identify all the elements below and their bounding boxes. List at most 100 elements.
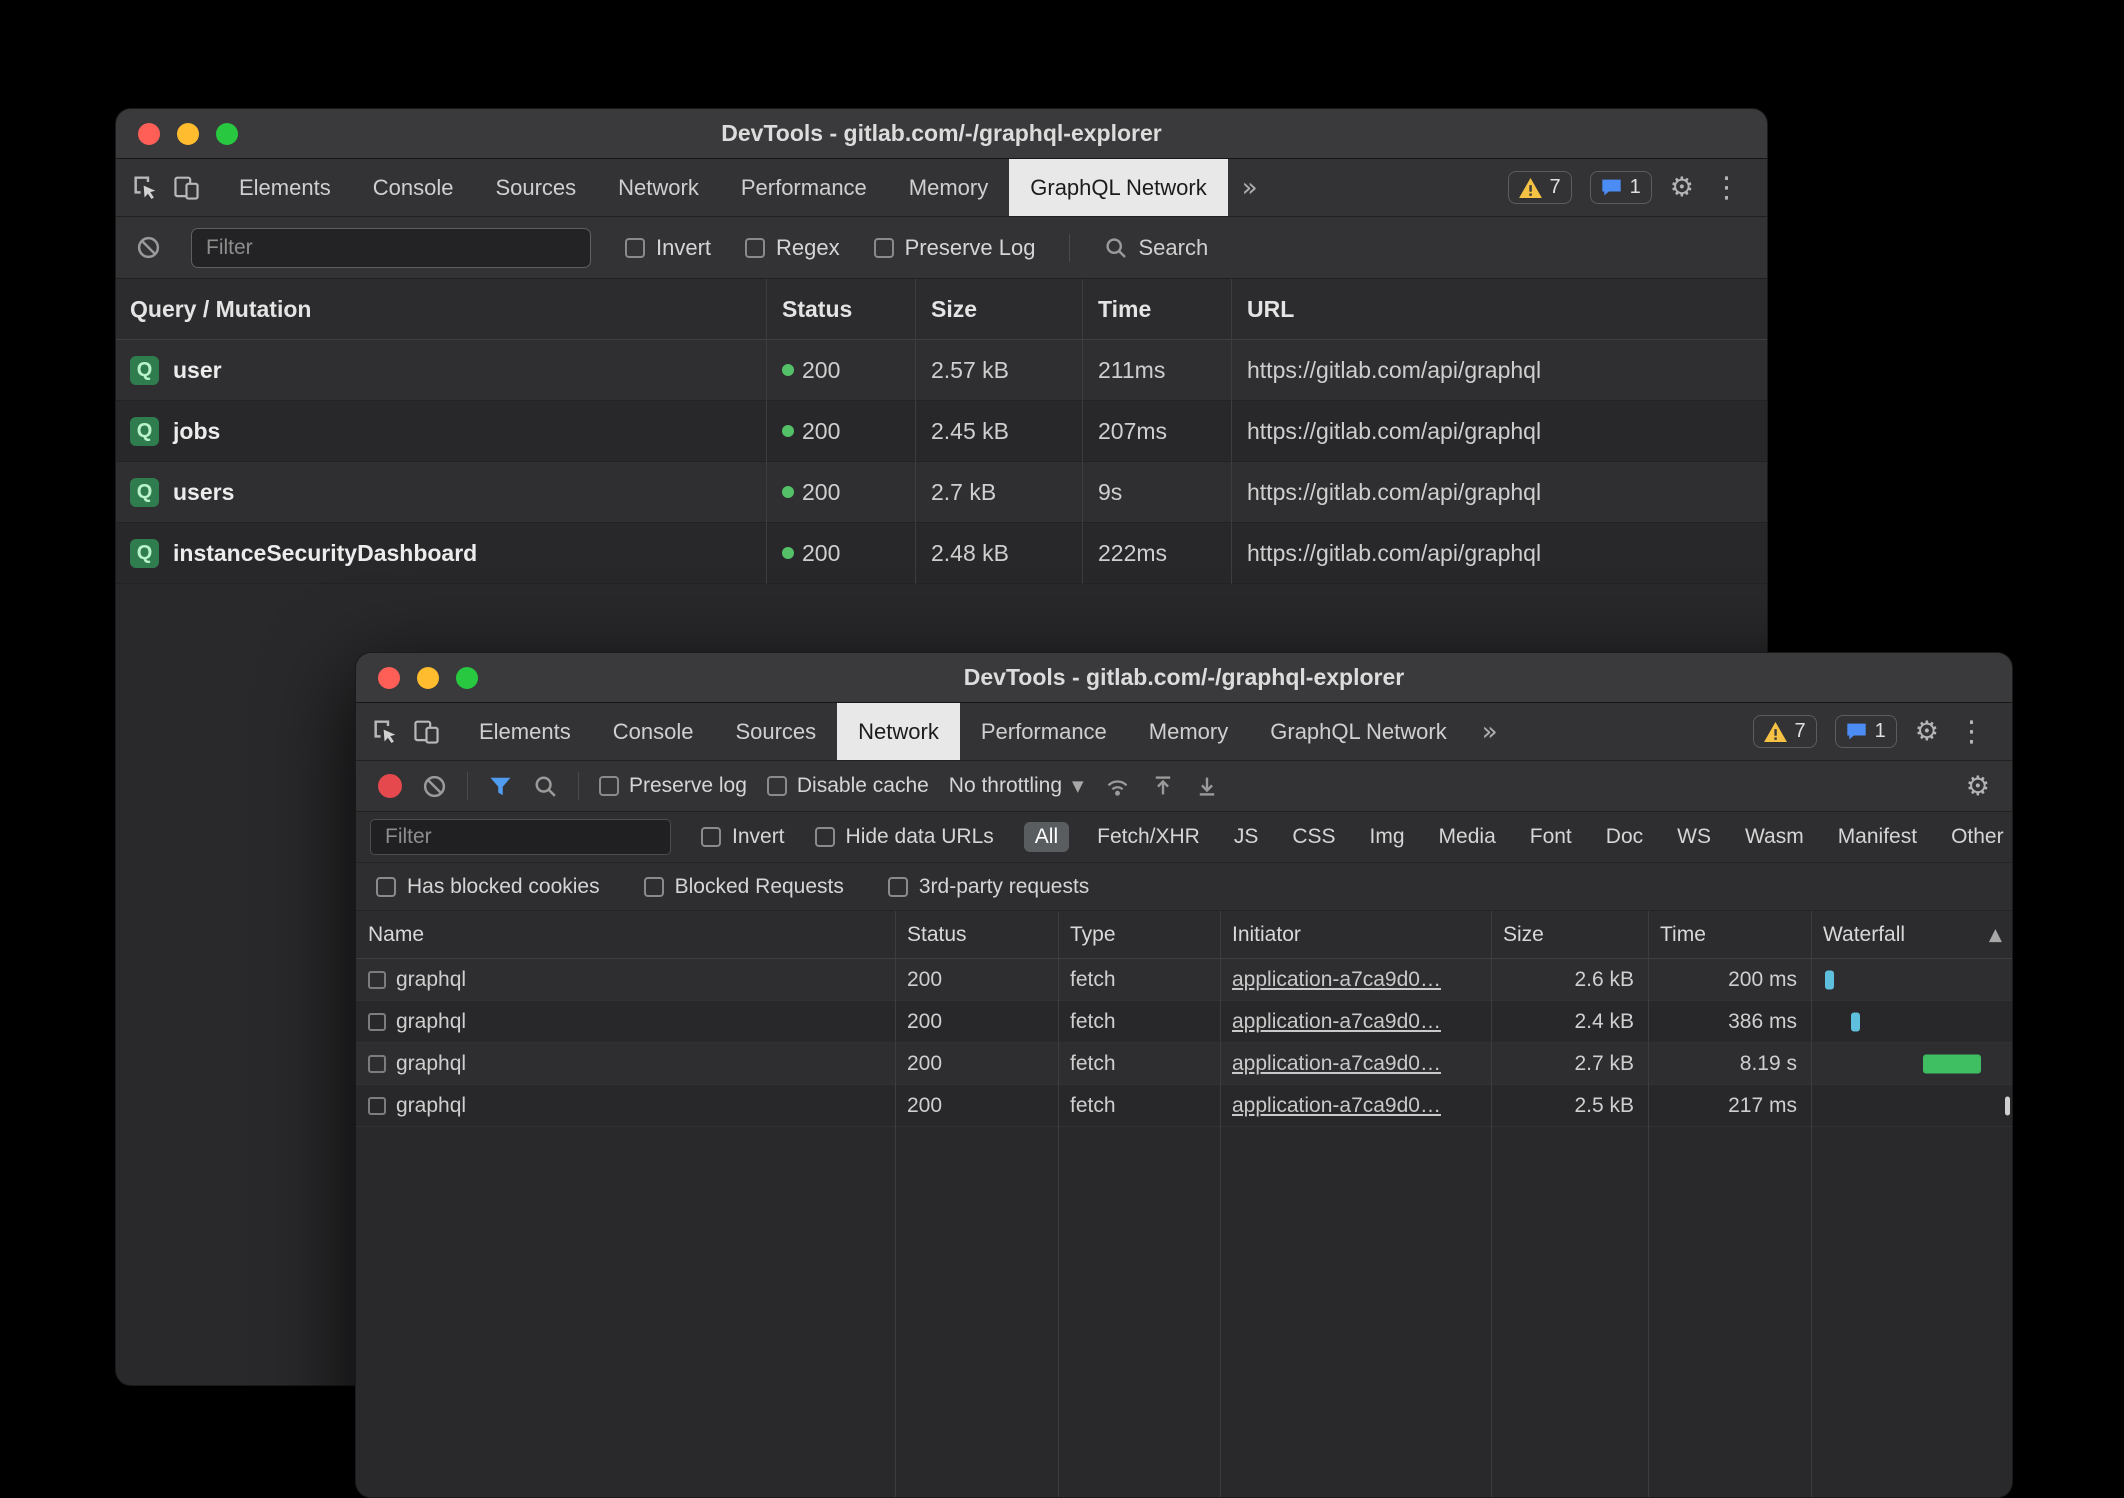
disable-cache-checkbox[interactable]: Disable cache — [767, 774, 929, 798]
messages-badge[interactable]: 1 — [1590, 171, 1652, 204]
initiator-link[interactable]: application-a7ca9d0… — [1232, 1052, 1441, 1076]
settings-gear-icon[interactable]: ⚙ — [1670, 174, 1694, 201]
filter-input[interactable] — [191, 228, 591, 268]
preserve-log-checkbox[interactable]: Preserve Log — [874, 235, 1036, 261]
export-har-icon[interactable] — [1195, 774, 1219, 798]
warnings-badge[interactable]: 7 — [1508, 171, 1572, 204]
throttling-dropdown[interactable]: No throttling ▼ — [949, 774, 1084, 798]
filter-chip-ws[interactable]: WS — [1671, 822, 1717, 852]
column-header-time[interactable]: Time — [1648, 911, 1811, 958]
filter-chip-js[interactable]: JS — [1228, 822, 1265, 852]
column-header-status[interactable]: Status — [766, 296, 915, 323]
tab-elements[interactable]: Elements — [218, 159, 352, 216]
column-divider[interactable] — [1058, 911, 1059, 1497]
regex-checkbox[interactable]: Regex — [745, 235, 840, 261]
request-row[interactable]: graphql 200 fetch application-a7ca9d0… 2… — [356, 959, 2012, 1001]
initiator-link[interactable]: application-a7ca9d0… — [1232, 1010, 1441, 1034]
request-row[interactable]: graphql 200 fetch application-a7ca9d0… 2… — [356, 1001, 2012, 1043]
initiator-link[interactable]: application-a7ca9d0… — [1232, 968, 1441, 992]
filter-chip-media[interactable]: Media — [1433, 822, 1502, 852]
column-divider[interactable] — [1231, 279, 1232, 584]
column-header-url[interactable]: URL — [1231, 296, 1767, 323]
tab-console[interactable]: Console — [592, 703, 715, 760]
checkbox-box[interactable] — [767, 776, 787, 796]
record-button[interactable] — [378, 774, 402, 798]
close-window-button[interactable] — [378, 667, 400, 689]
has-blocked-cookies-checkbox[interactable]: Has blocked cookies — [376, 875, 600, 899]
column-divider[interactable] — [1811, 911, 1812, 1497]
checkbox-box[interactable] — [888, 877, 908, 897]
request-row[interactable]: graphql 200 fetch application-a7ca9d0… 2… — [356, 1085, 2012, 1127]
column-header-size[interactable]: Size — [1491, 911, 1648, 958]
column-header-type[interactable]: Type — [1058, 911, 1220, 958]
minimize-window-button[interactable] — [177, 123, 199, 145]
column-divider[interactable] — [915, 279, 916, 584]
zoom-window-button[interactable] — [216, 123, 238, 145]
row-checkbox[interactable] — [368, 1013, 386, 1031]
column-divider[interactable] — [1082, 279, 1083, 584]
preserve-log-checkbox[interactable]: Preserve log — [599, 774, 747, 798]
tab-memory[interactable]: Memory — [1128, 703, 1249, 760]
filter-chip-all[interactable]: All — [1024, 822, 1069, 852]
column-divider[interactable] — [1648, 911, 1649, 1497]
column-header-waterfall[interactable]: Waterfall ▲ — [1811, 911, 2012, 958]
column-divider[interactable] — [1220, 911, 1221, 1497]
column-header-status[interactable]: Status — [895, 911, 1058, 958]
column-header-query-mutation[interactable]: Query / Mutation — [116, 296, 766, 323]
invert-checkbox[interactable]: Invert — [701, 825, 785, 849]
settings-gear-icon[interactable]: ⚙ — [1915, 718, 1939, 745]
device-toolbar-icon[interactable] — [173, 174, 200, 201]
filter-chip-img[interactable]: Img — [1364, 822, 1411, 852]
query-row[interactable]: Q user 200 2.57 kB 211ms https://gitlab.… — [116, 340, 1767, 401]
filter-chip-other[interactable]: Other — [1945, 822, 2010, 852]
import-har-icon[interactable] — [1151, 774, 1175, 798]
third-party-requests-checkbox[interactable]: 3rd-party requests — [888, 875, 1089, 899]
filter-chip-fetch-xhr[interactable]: Fetch/XHR — [1091, 822, 1206, 852]
query-row[interactable]: Q users 200 2.7 kB 9s https://gitlab.com… — [116, 462, 1767, 523]
tab-sources[interactable]: Sources — [714, 703, 837, 760]
tab-sources[interactable]: Sources — [474, 159, 597, 216]
column-header-size[interactable]: Size — [915, 296, 1082, 323]
initiator-link[interactable]: application-a7ca9d0… — [1232, 1094, 1441, 1118]
checkbox-box[interactable] — [625, 238, 645, 258]
checkbox-box[interactable] — [874, 238, 894, 258]
query-row[interactable]: Q jobs 200 2.45 kB 207ms https://gitlab.… — [116, 401, 1767, 462]
column-header-name[interactable]: Name — [356, 911, 895, 958]
column-header-initiator[interactable]: Initiator — [1220, 911, 1491, 958]
filter-funnel-icon[interactable] — [488, 774, 513, 799]
minimize-window-button[interactable] — [417, 667, 439, 689]
more-tabs-icon[interactable]: » — [1228, 159, 1272, 216]
filter-chip-font[interactable]: Font — [1524, 822, 1578, 852]
hide-data-urls-checkbox[interactable]: Hide data URLs — [815, 825, 994, 849]
filter-chip-manifest[interactable]: Manifest — [1832, 822, 1923, 852]
filter-chip-doc[interactable]: Doc — [1600, 822, 1649, 852]
column-divider[interactable] — [766, 279, 767, 584]
column-divider[interactable] — [895, 911, 896, 1497]
filter-chip-css[interactable]: CSS — [1286, 822, 1341, 852]
messages-badge[interactable]: 1 — [1835, 715, 1897, 748]
clear-icon[interactable] — [422, 774, 447, 799]
filter-chip-wasm[interactable]: Wasm — [1739, 822, 1810, 852]
column-divider[interactable] — [1491, 911, 1492, 1497]
checkbox-box[interactable] — [815, 827, 835, 847]
filter-input[interactable] — [370, 819, 671, 855]
tab-console[interactable]: Console — [352, 159, 475, 216]
checkbox-box[interactable] — [376, 877, 396, 897]
checkbox-box[interactable] — [745, 238, 765, 258]
tab-performance[interactable]: Performance — [960, 703, 1128, 760]
inspect-element-icon[interactable] — [372, 718, 399, 745]
tab-elements[interactable]: Elements — [458, 703, 592, 760]
kebab-menu-icon[interactable]: ⋮ — [1957, 717, 1986, 746]
tab-memory[interactable]: Memory — [888, 159, 1009, 216]
close-window-button[interactable] — [138, 123, 160, 145]
tab-graphql-network[interactable]: GraphQL Network — [1249, 703, 1467, 760]
checkbox-box[interactable] — [644, 877, 664, 897]
tab-network[interactable]: Network — [837, 703, 960, 760]
tab-performance[interactable]: Performance — [720, 159, 888, 216]
zoom-window-button[interactable] — [456, 667, 478, 689]
search-control[interactable]: Search — [1104, 235, 1208, 261]
blocked-requests-checkbox[interactable]: Blocked Requests — [644, 875, 844, 899]
query-row[interactable]: Q instanceSecurityDashboard 200 2.48 kB … — [116, 523, 1767, 584]
search-icon[interactable] — [533, 774, 558, 799]
request-row[interactable]: graphql 200 fetch application-a7ca9d0… 2… — [356, 1043, 2012, 1085]
